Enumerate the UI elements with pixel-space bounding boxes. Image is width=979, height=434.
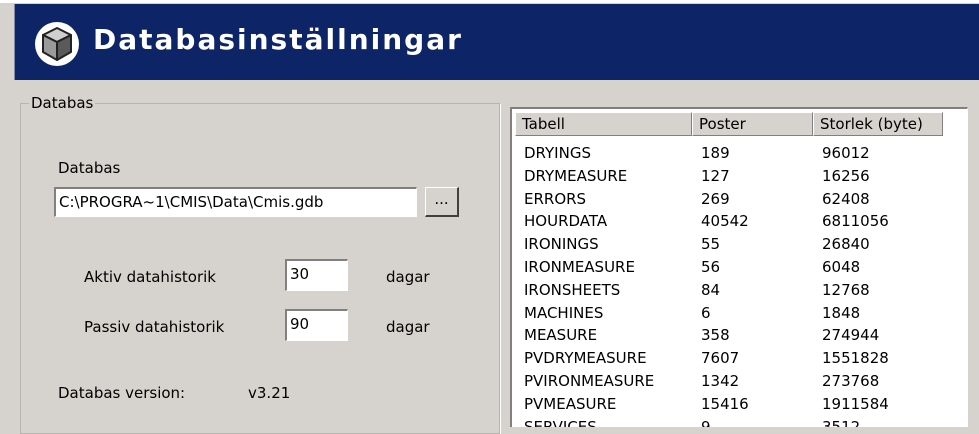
- cell-tabell: PVDRYMEASURE: [524, 349, 647, 368]
- table-row[interactable]: PVIRONMEASURE 1342 273768: [524, 370, 952, 393]
- table-row[interactable]: MACHINES 6 1848: [524, 302, 952, 325]
- cell-tabell: PVIRONMEASURE: [524, 371, 655, 390]
- cell-storlek: 62408: [822, 189, 870, 208]
- cell-storlek: 1551828: [822, 349, 889, 368]
- table-row[interactable]: PVDRYMEASURE 7607 1551828: [524, 347, 952, 370]
- cell-poster: 56: [701, 257, 721, 276]
- db-version-value: v3.21: [248, 384, 291, 402]
- cell-poster: 6: [701, 303, 711, 322]
- cell-poster: 55: [701, 235, 721, 254]
- table-row[interactable]: DRYINGS 189 96012: [524, 142, 952, 165]
- table-row[interactable]: IRONSHEETS 84 12768: [524, 279, 952, 302]
- cell-tabell: MACHINES: [524, 303, 604, 322]
- table-row[interactable]: PVMEASURE 15416 1911584: [524, 393, 952, 416]
- table-row[interactable]: MEASURE 358 274944: [524, 324, 952, 347]
- table-row[interactable]: HOURDATA 40542 6811056: [524, 210, 952, 233]
- cell-poster: 9: [701, 417, 711, 427]
- cell-storlek: 26840: [822, 235, 870, 254]
- cell-poster: 358: [701, 326, 730, 345]
- cell-storlek: 274944: [822, 326, 880, 345]
- browse-button[interactable]: ...: [425, 187, 459, 217]
- window-top-edge: [0, 0, 979, 3]
- column-header-poster[interactable]: Poster: [692, 112, 813, 136]
- cell-tabell: SERVICES: [524, 417, 597, 427]
- table-row[interactable]: SERVICES 9 3512: [524, 416, 952, 427]
- active-history-label: Aktiv datahistorik: [84, 268, 216, 286]
- cell-storlek: 16256: [822, 166, 870, 185]
- cell-tabell: PVMEASURE: [524, 394, 617, 413]
- cell-storlek: 6811056: [822, 212, 889, 231]
- cell-poster: 84: [701, 280, 721, 299]
- column-header-storlek[interactable]: Storlek (byte): [813, 112, 943, 136]
- cell-tabell: DRYINGS: [524, 144, 591, 162]
- window-left-margin: [0, 80, 14, 423]
- database-group-legend: Databas: [31, 94, 94, 112]
- column-header-tabell[interactable]: Tabell: [515, 112, 692, 136]
- cell-tabell: IRONINGS: [524, 235, 599, 254]
- database-groupbox: Databas: [20, 94, 500, 434]
- active-history-input[interactable]: 30: [285, 259, 348, 291]
- table-row[interactable]: DRYMEASURE 127 16256: [524, 165, 952, 188]
- db-version-label: Databas version:: [58, 384, 186, 402]
- active-history-unit: dagar: [386, 268, 430, 286]
- table-list[interactable]: Tabell Poster Storlek (byte) DRYINGS 189 9…: [510, 107, 968, 427]
- cell-storlek: 1911584: [822, 394, 889, 413]
- table-rows: DRYINGS 189 96012 DRYMEASURE 127 16256 ERRORS 2…: [524, 142, 952, 427]
- cell-tabell: MEASURE: [524, 326, 598, 345]
- cell-tabell: IRONSHEETS: [524, 280, 621, 299]
- table-row[interactable]: IRONINGS 55 26840: [524, 233, 952, 256]
- cell-tabell: DRYMEASURE: [524, 166, 628, 185]
- passive-history-unit: dagar: [386, 318, 430, 336]
- database-path-input[interactable]: C:\PROGRA~1\CMIS\Data\Cmis.gdb: [54, 187, 417, 217]
- cell-poster: 1342: [701, 371, 740, 390]
- cell-tabell: IRONMEASURE: [524, 257, 635, 276]
- header-banner: Databasinställningar: [14, 4, 979, 80]
- cell-storlek: 1848: [822, 303, 861, 322]
- table-row[interactable]: ERRORS 269 62408: [524, 188, 952, 211]
- table-header-row: Tabell Poster Storlek (byte): [515, 112, 943, 136]
- table-row[interactable]: IRONMEASURE 56 6048: [524, 256, 952, 279]
- cell-poster: 127: [701, 166, 730, 185]
- cell-poster: 189: [701, 144, 730, 162]
- cell-poster: 7607: [701, 349, 740, 368]
- cell-poster: 15416: [701, 394, 749, 413]
- cell-storlek: 6048: [822, 257, 861, 276]
- passive-history-input[interactable]: 90: [285, 309, 348, 341]
- cell-poster: 269: [701, 189, 730, 208]
- cell-storlek: 273768: [822, 371, 880, 390]
- cell-storlek: 12768: [822, 280, 870, 299]
- cell-storlek: 3512: [822, 417, 861, 427]
- cell-tabell: ERRORS: [524, 189, 587, 208]
- cell-storlek: 96012: [822, 144, 870, 162]
- page-title: Databasinställningar: [93, 23, 463, 56]
- cell-poster: 40542: [701, 212, 749, 231]
- cell-tabell: HOURDATA: [524, 212, 608, 231]
- cube-icon: [35, 22, 79, 66]
- passive-history-label: Passiv datahistorik: [84, 318, 225, 336]
- database-label: Databas: [58, 159, 121, 177]
